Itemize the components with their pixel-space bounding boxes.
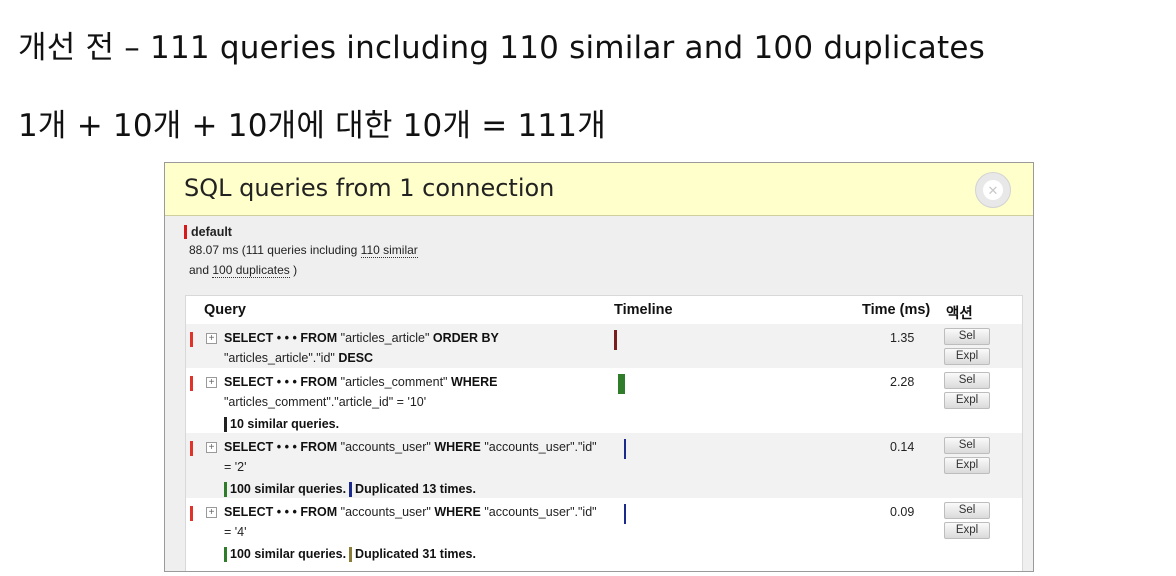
panel-title: SQL queries from 1 connection <box>184 174 555 202</box>
timeline-bar <box>624 504 626 524</box>
column-actions: 액션 <box>946 306 973 322</box>
panel-header: SQL queries from 1 connection ✕ <box>165 163 1033 216</box>
timeline-bar <box>618 374 625 394</box>
duplicated-label: Duplicated 31 times. <box>355 547 476 561</box>
summary-and: and <box>189 263 210 277</box>
query-time: 0.09 <box>890 505 915 519</box>
sql-queries-panel: SQL queries from 1 connection ✕ default … <box>164 162 1034 572</box>
table-row: + SELECT • • • FROM "articles_article" O… <box>186 324 1022 368</box>
explain-button[interactable]: Expl <box>944 522 990 539</box>
table-row: + SELECT • • • FROM "accounts_user" WHER… <box>186 433 1022 498</box>
query-sql: SELECT • • • FROM "articles_article" ORD… <box>224 331 499 365</box>
queries-table: Query Timeline Time (ms) 액션 + SELECT • •… <box>185 295 1023 571</box>
duplicate-color-mark <box>349 546 353 562</box>
similar-color-mark <box>224 416 227 432</box>
connection-color-mark <box>190 332 193 347</box>
query-time: 0.14 <box>890 440 915 454</box>
summary-text: 88.07 ms (111 queries including <box>189 243 358 257</box>
explain-button[interactable]: Expl <box>944 348 990 365</box>
similar-color-mark <box>224 481 227 497</box>
query-time: 1.35 <box>890 331 915 345</box>
similar-color-mark <box>224 546 227 562</box>
explain-button[interactable]: Expl <box>944 392 990 409</box>
connection-summary: default 88.07 ms (111 queries including … <box>184 224 418 280</box>
close-button[interactable]: ✕ <box>975 172 1011 208</box>
table-header: Query Timeline Time (ms) 액션 <box>186 296 1022 324</box>
column-query: Query <box>204 302 246 318</box>
select-button[interactable]: Sel <box>944 437 990 454</box>
table-row: + SELECT • • • FROM "accounts_user" WHER… <box>186 498 1022 563</box>
column-timeline: Timeline <box>614 302 673 318</box>
expand-toggle[interactable]: + <box>206 377 217 388</box>
table-row: + SELECT • • • FROM "articles_comment" W… <box>186 368 1022 433</box>
connection-color-mark <box>190 506 193 521</box>
duplicates-link[interactable]: 100 duplicates <box>212 263 290 278</box>
similar-queries-label: 100 similar queries. <box>230 482 347 496</box>
expand-toggle[interactable]: + <box>206 507 217 518</box>
close-icon: ✕ <box>983 180 1003 200</box>
query-sql: SELECT • • • FROM "accounts_user" WHERE … <box>224 437 604 499</box>
summary-close-paren: ) <box>293 263 298 277</box>
heading-before-improvement: 개선 전 – 111 queries including 110 similar… <box>18 30 985 66</box>
duplicated-label: Duplicated 13 times. <box>355 482 476 496</box>
connection-color-mark <box>190 441 193 456</box>
query-sql: SELECT • • • FROM "accounts_user" WHERE … <box>224 502 604 564</box>
similar-queries-label: 10 similar queries. <box>230 417 340 431</box>
connection-color-mark <box>190 376 193 391</box>
select-button[interactable]: Sel <box>944 328 990 345</box>
column-time: Time (ms) <box>862 302 931 318</box>
duplicate-color-mark <box>349 481 353 497</box>
similar-link[interactable]: 110 similar <box>360 243 418 258</box>
connection-alias: default <box>191 225 232 239</box>
heading-query-count: 1개 + 10개 + 10개에 대한 10개 = 111개 <box>18 108 606 144</box>
similar-queries-label: 100 similar queries. <box>230 547 347 561</box>
select-button[interactable]: Sel <box>944 372 990 389</box>
timeline-bar <box>614 330 617 350</box>
expand-toggle[interactable]: + <box>206 442 217 453</box>
timeline-bar <box>624 439 626 459</box>
expand-toggle[interactable]: + <box>206 333 217 344</box>
explain-button[interactable]: Expl <box>944 457 990 474</box>
select-button[interactable]: Sel <box>944 502 990 519</box>
query-time: 2.28 <box>890 375 915 389</box>
query-sql: SELECT • • • FROM "articles_comment" WHE… <box>224 372 604 434</box>
connection-color-mark <box>184 225 187 239</box>
